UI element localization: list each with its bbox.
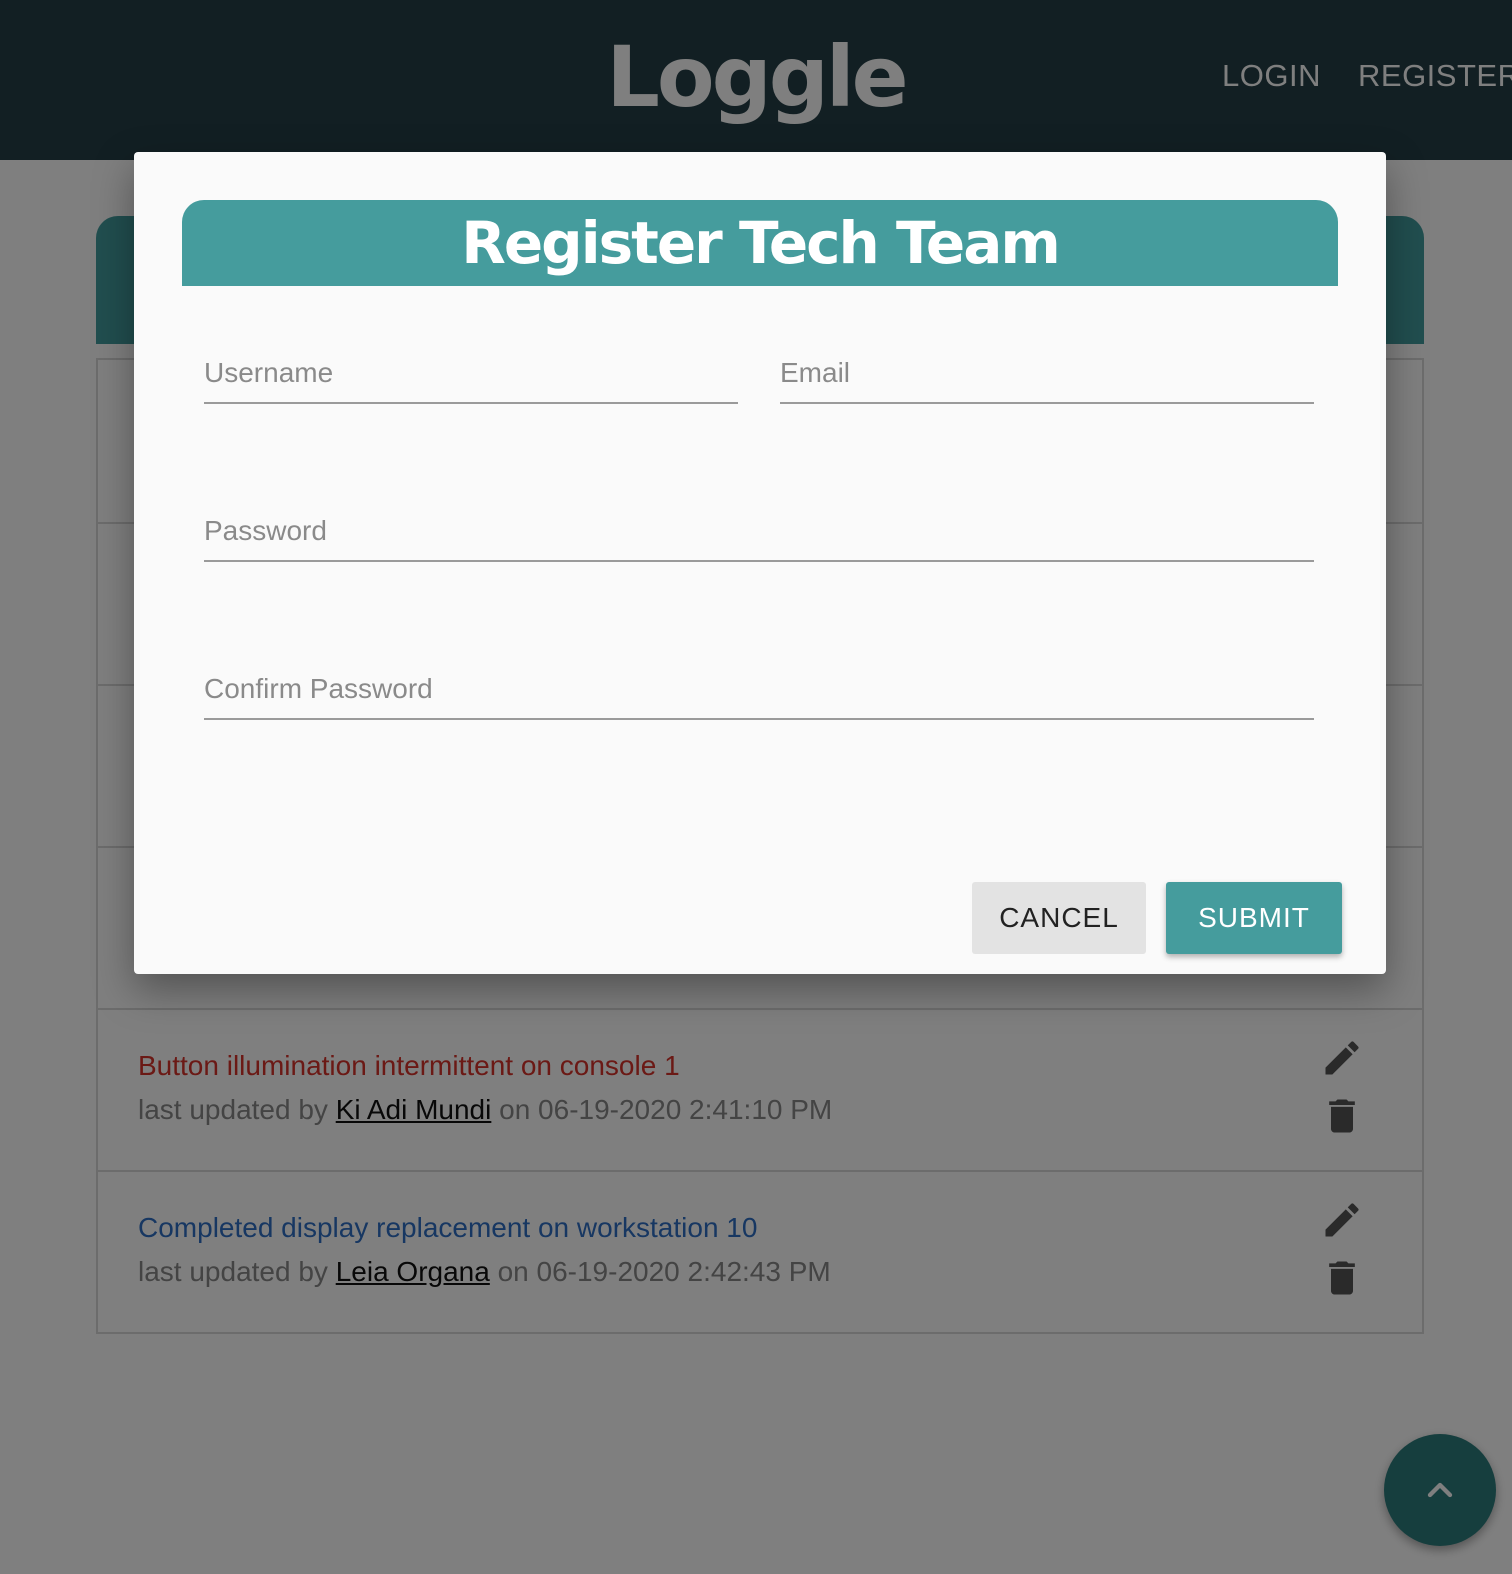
confirm-password-input[interactable] (204, 660, 1314, 718)
email-input[interactable] (780, 344, 1314, 402)
password-input[interactable] (204, 502, 1314, 560)
modal-title: Register Tech Team (461, 209, 1061, 277)
register-modal: Register Tech Team CANCEL SUBMIT (134, 152, 1386, 974)
modal-header: Register Tech Team (182, 200, 1338, 286)
username-input[interactable] (204, 344, 738, 402)
submit-button[interactable]: SUBMIT (1166, 882, 1342, 954)
password-field (204, 502, 1314, 562)
confirm-password-field (204, 660, 1314, 720)
email-field (780, 344, 1314, 404)
cancel-button[interactable]: CANCEL (972, 882, 1146, 954)
username-field (204, 344, 738, 404)
